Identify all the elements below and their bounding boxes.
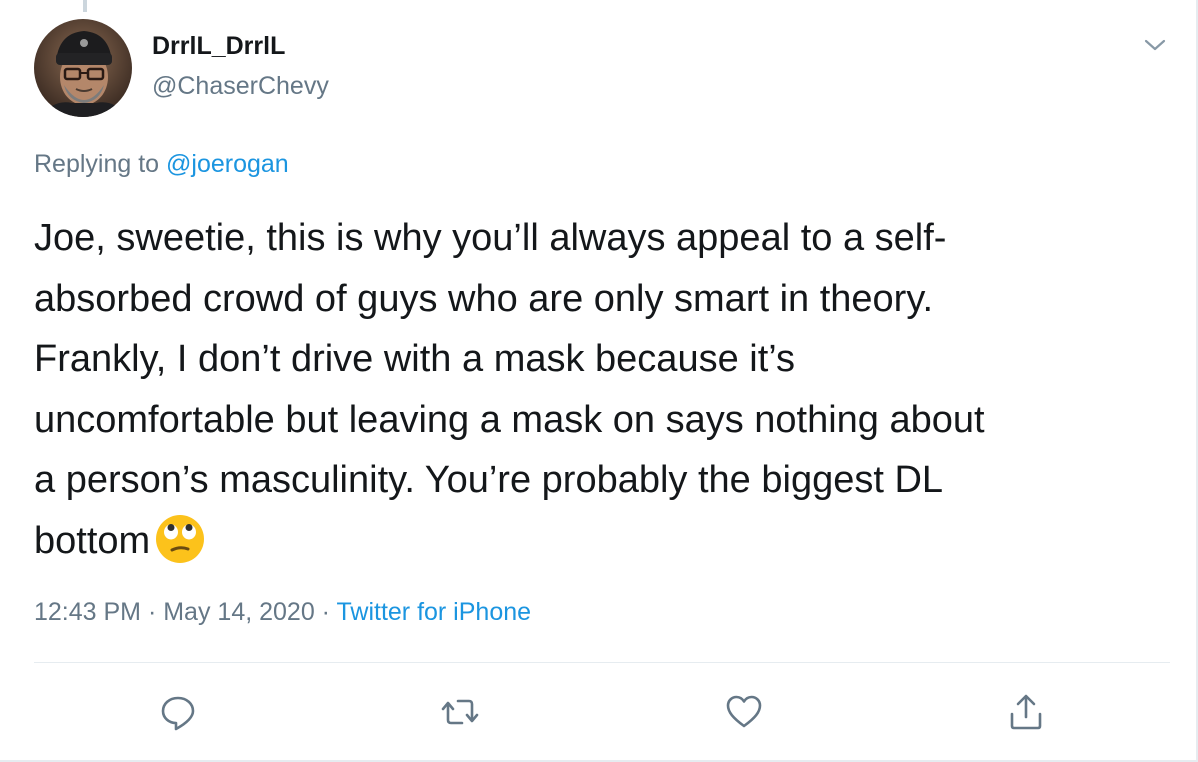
- reply-icon[interactable]: [158, 692, 198, 732]
- meta-separator: ·: [314, 598, 337, 626]
- heart-icon[interactable]: [724, 692, 764, 732]
- tweet-body: Joe, sweetie, this is why you’ll always …: [34, 217, 985, 562]
- user-handle[interactable]: @ChaserChevy: [152, 72, 329, 101]
- tweet-date[interactable]: May 14, 2020: [163, 598, 315, 626]
- tweet-time[interactable]: 12:43 PM: [34, 598, 141, 626]
- tweet-text: Joe, sweetie, this is why you’ll always …: [34, 208, 1174, 571]
- display-name[interactable]: DrrlL_DrrlL: [152, 32, 285, 61]
- tweet-meta: 12:43 PM · May 14, 2020 · Twitter for iP…: [34, 598, 531, 627]
- replying-to: Replying to @joerogan: [34, 150, 289, 179]
- replying-to-mention[interactable]: @joerogan: [166, 150, 289, 178]
- face-with-rolling-eyes-icon: [154, 513, 206, 565]
- meta-separator: ·: [141, 598, 164, 626]
- tweet-card: DrrlL_DrrlL @ChaserChevy Replying to @jo…: [0, 0, 1198, 762]
- tweet-source[interactable]: Twitter for iPhone: [337, 598, 532, 626]
- retweet-icon[interactable]: [440, 692, 480, 732]
- chevron-down-icon[interactable]: [1140, 30, 1170, 60]
- share-icon[interactable]: [1006, 692, 1046, 732]
- actions-divider: [34, 662, 1170, 663]
- thread-connector-line: [83, 0, 87, 12]
- avatar[interactable]: [34, 19, 132, 117]
- replying-to-label: Replying to: [34, 150, 167, 178]
